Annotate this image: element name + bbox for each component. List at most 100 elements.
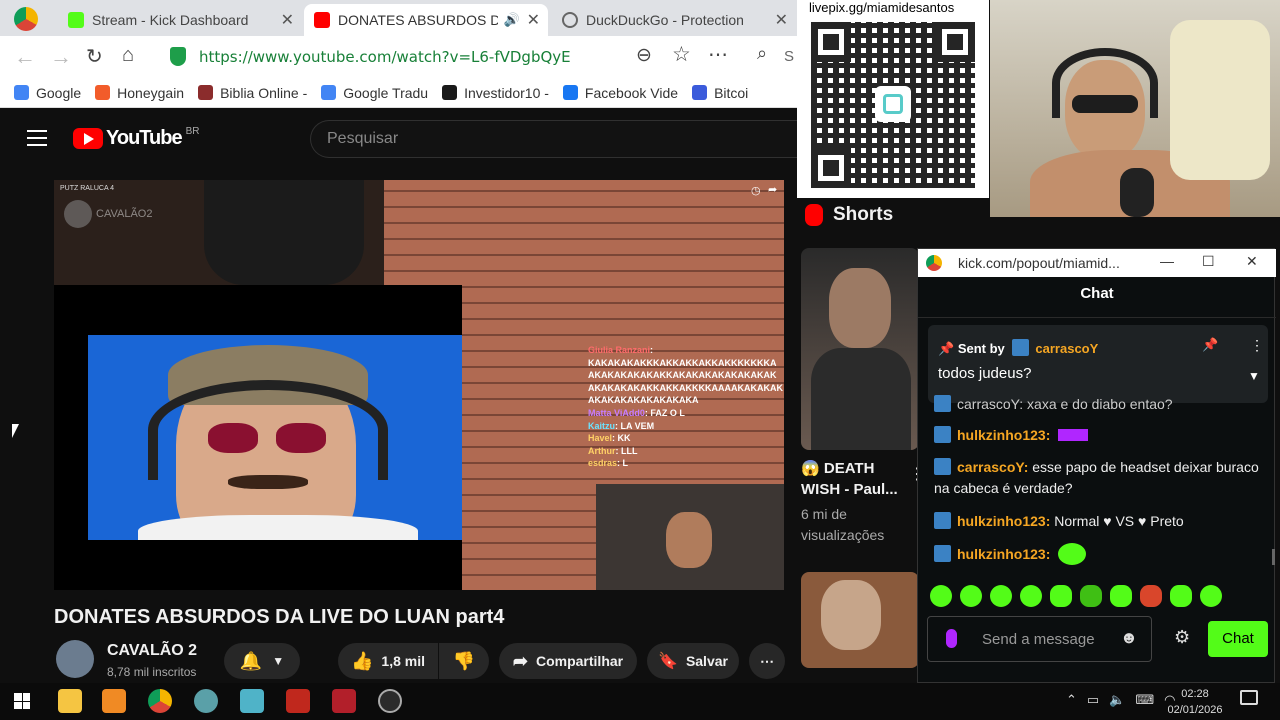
emote-icon xyxy=(1058,543,1087,565)
chat-username[interactable]: hulkzinho123 xyxy=(957,427,1046,443)
subscribe-bell-button[interactable]: 🔔 ▼ xyxy=(224,643,300,679)
bookmark-bitcoin[interactable]: Bitcoi xyxy=(692,85,748,101)
close-icon[interactable]: ✕ xyxy=(1246,253,1258,270)
battery-icon[interactable]: ▭ xyxy=(1087,692,1099,708)
video-player[interactable]: PUTZ RALUCA 4 CAVALÃO2 ◷ ➦ Giulia Ranzan… xyxy=(54,180,784,590)
bookmark-honeygain[interactable]: Honeygain xyxy=(95,85,184,101)
speaker-icon[interactable]: 🔊 xyxy=(504,12,520,28)
close-tab-icon[interactable]: ✕ xyxy=(775,10,788,30)
bitcoin-icon xyxy=(692,85,708,100)
emoji-icon[interactable]: ☻ xyxy=(1120,628,1138,648)
star-icon[interactable]: ☆ xyxy=(672,42,691,67)
clock[interactable]: 02:28 02/01/2026 xyxy=(1160,686,1230,718)
tab-title: DONATES ABSURDOS D xyxy=(338,12,498,28)
chat-send-button[interactable]: Chat xyxy=(1208,621,1268,657)
more-actions-button[interactable]: ⋯ xyxy=(749,643,785,679)
save-button[interactable]: 🔖 Salvar xyxy=(647,643,739,679)
volume-icon[interactable]: 🔈 xyxy=(1109,692,1125,708)
bookmark-biblia[interactable]: Biblia Online - xyxy=(198,85,307,101)
message-input[interactable]: Send a message ☻ xyxy=(927,616,1152,662)
bookmark-translate[interactable]: Google Tradu xyxy=(321,85,428,101)
emote-icon[interactable] xyxy=(1080,585,1102,607)
chat-title: Chat xyxy=(1080,285,1114,302)
search-partial[interactable]: S xyxy=(784,48,794,65)
channel-name[interactable]: CAVALÃO 2 xyxy=(107,642,197,660)
emote-icon[interactable] xyxy=(960,585,982,607)
bookmark-investidor[interactable]: Investidor10 - xyxy=(442,85,549,101)
more-icon[interactable]: ⋯ xyxy=(708,42,728,67)
emote-icon[interactable] xyxy=(1200,585,1222,607)
file-explorer-icon[interactable] xyxy=(58,689,82,713)
calculator-icon[interactable] xyxy=(286,689,310,713)
keyboard-icon[interactable]: ⌨ xyxy=(1135,692,1154,708)
emote-icon[interactable] xyxy=(1050,585,1072,607)
app-icon[interactable] xyxy=(194,689,218,713)
chevron-up-icon[interactable]: ⌃ xyxy=(1066,692,1077,708)
chat-username[interactable]: hulkzinho123 xyxy=(957,546,1046,562)
window-title-bar[interactable]: kick.com/popout/miamid... — ☐ ✕ xyxy=(918,249,1276,277)
youtube-logo[interactable]: YouTube BR xyxy=(73,126,199,150)
shorts-icon xyxy=(805,204,823,226)
fl-studio-icon[interactable] xyxy=(332,689,356,713)
tab-youtube-video[interactable]: DONATES ABSURDOS D 🔊 ✕ xyxy=(304,4,548,36)
emote-bar xyxy=(930,585,1222,607)
emote-icon[interactable] xyxy=(1140,585,1162,607)
clock-icon[interactable]: ◷ xyxy=(751,184,761,197)
maximize-icon[interactable]: ☐ xyxy=(1202,253,1215,270)
obs-icon[interactable] xyxy=(378,689,402,713)
emote-icon[interactable] xyxy=(1170,585,1192,607)
bookmark-facebook[interactable]: Facebook Vide xyxy=(562,85,678,101)
windows-start-icon[interactable] xyxy=(14,693,30,709)
chat-username[interactable]: carrascoY xyxy=(957,459,1024,475)
pinned-message[interactable]: 📌 Sent by carrascoY 📌 ⋮ todos judeus? ▼ xyxy=(928,325,1268,403)
share-button[interactable]: ➦ Compartilhar xyxy=(499,643,637,679)
chat-divider xyxy=(918,317,1276,318)
emote-icon[interactable] xyxy=(930,585,952,607)
chat-scrollbar[interactable] xyxy=(1272,549,1275,565)
tab-kick-dashboard[interactable]: Stream - Kick Dashboard ✕ xyxy=(58,4,302,36)
channel-avatar[interactable] xyxy=(56,640,94,678)
globe-icon xyxy=(562,12,578,28)
zoom-icon[interactable]: ⊖ xyxy=(636,44,652,67)
short-thumbnail-2[interactable] xyxy=(801,572,919,668)
forward-icon[interactable]: → xyxy=(50,44,72,70)
search-input[interactable]: Pesquisar xyxy=(310,120,800,158)
tab-duckduckgo[interactable]: DuckDuckGo - Protection ✕ xyxy=(552,4,796,36)
search-icon[interactable]: ⌕ xyxy=(757,43,767,64)
emote-icon[interactable] xyxy=(1020,585,1042,607)
chat-message[interactable]: hulkzinho123: xyxy=(934,543,1087,565)
chat-message[interactable]: carrascoY: esse papo de headset deixar b… xyxy=(934,457,1264,499)
pinned-menu-icon[interactable]: ⋮ xyxy=(1250,337,1264,354)
emote-icon[interactable] xyxy=(1110,585,1132,607)
like-button[interactable]: 👍 1,8 mil xyxy=(338,643,438,679)
chevron-down-icon[interactable]: ▼ xyxy=(1248,369,1260,383)
unpin-icon[interactable]: 📌 xyxy=(1202,337,1218,353)
menu-icon[interactable] xyxy=(27,130,47,146)
close-tab-icon[interactable]: ✕ xyxy=(281,10,294,30)
bookmark-google[interactable]: Google xyxy=(14,85,81,101)
kick-badge-icon xyxy=(934,545,951,562)
chat-username[interactable]: hulkzinho123 xyxy=(957,513,1046,529)
browser-logo-icon[interactable] xyxy=(14,7,38,31)
notepad-icon[interactable] xyxy=(240,689,264,713)
dislike-button[interactable]: 👎 xyxy=(439,643,489,679)
emote-icon[interactable] xyxy=(990,585,1012,607)
minimize-icon[interactable]: — xyxy=(1160,253,1174,269)
reload-icon[interactable]: ↻ xyxy=(86,44,103,69)
secure-shield-icon[interactable] xyxy=(170,47,186,66)
close-tab-icon[interactable]: ✕ xyxy=(527,10,540,30)
chat-message[interactable]: hulkzinho123: xyxy=(934,425,1089,446)
media-player-icon[interactable] xyxy=(102,689,126,713)
share-icon[interactable]: ➦ xyxy=(768,183,777,196)
notification-icon[interactable] xyxy=(1240,690,1258,705)
browser-taskbar-icon[interactable] xyxy=(148,689,172,713)
microphone-icon[interactable] xyxy=(946,629,957,648)
short-thumbnail[interactable] xyxy=(801,248,919,450)
short-title[interactable]: 😱 DEATH WISH - Paul... xyxy=(801,458,898,500)
home-icon[interactable]: ⌂ xyxy=(122,44,134,67)
second-streamer-head xyxy=(666,512,712,568)
back-icon[interactable]: ← xyxy=(14,44,36,70)
settings-gear-icon[interactable]: ⚙ xyxy=(1174,627,1190,648)
address-bar[interactable]: https://www.youtube.com/watch?v=L6-fVDgb… xyxy=(199,48,571,66)
chat-message[interactable]: hulkzinho123: Normal ♥ VS ♥ Preto xyxy=(934,511,1184,532)
